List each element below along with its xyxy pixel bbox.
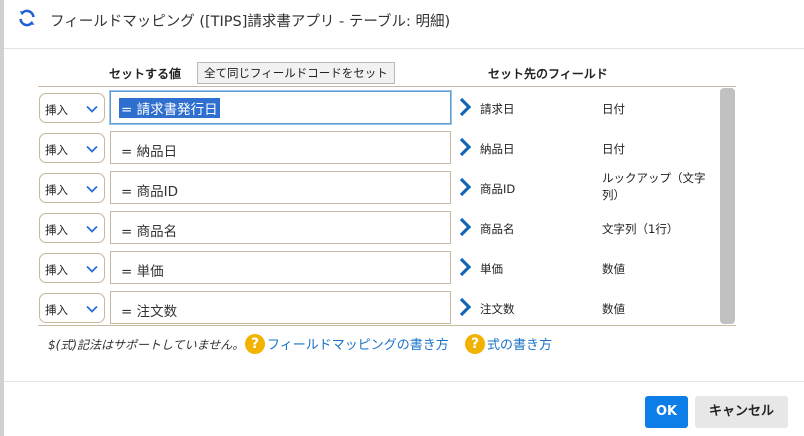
refresh-icon[interactable] xyxy=(16,7,38,29)
mapping-row: 挿入 = 注文数 注文数 数値 xyxy=(38,289,728,329)
footer-divider xyxy=(4,381,804,382)
value-text: = 納品日 xyxy=(121,144,178,160)
chevron-down-icon xyxy=(86,305,98,313)
field-mapping-help-link[interactable]: フィールドマッピングの書き方 xyxy=(267,334,449,353)
operation-label: 挿入 xyxy=(45,103,68,117)
target-field-type: ルックアップ（文字列） xyxy=(602,171,706,202)
chevron-right-icon xyxy=(459,217,471,237)
target-field-type: 数値 xyxy=(602,302,625,316)
mapping-row: 挿入 = 納品日 納品日 日付 xyxy=(38,129,728,169)
operation-label: 挿入 xyxy=(45,263,68,277)
target-field-name: 注文数 xyxy=(480,302,515,316)
formula-help-link[interactable]: 式の書き方 xyxy=(487,334,552,353)
mapping-row: 挿入 = 商品ID 商品ID ルックアップ（文字列） xyxy=(38,169,728,209)
operation-select[interactable]: 挿入 xyxy=(39,253,105,283)
target-field-name: 商品ID xyxy=(480,182,516,196)
target-field-type: 日付 xyxy=(602,102,625,116)
target-field-type: 数値 xyxy=(602,262,625,276)
target-field-name: 請求日 xyxy=(480,102,515,116)
syntax-unsupported-note: $(式)記法はサポートしていません。 xyxy=(48,338,245,352)
chevron-right-icon xyxy=(459,257,471,277)
chevron-right-icon xyxy=(459,97,471,117)
value-text: = 請求書発行日 xyxy=(119,98,220,118)
operation-label: 挿入 xyxy=(45,303,68,317)
value-text: = 注文数 xyxy=(121,304,178,320)
operation-select[interactable]: 挿入 xyxy=(39,213,105,243)
vertical-scrollbar[interactable] xyxy=(720,88,735,324)
operation-select[interactable]: 挿入 xyxy=(39,173,105,203)
operation-select[interactable]: 挿入 xyxy=(39,93,105,123)
operation-select[interactable]: 挿入 xyxy=(39,133,105,163)
chevron-down-icon xyxy=(86,265,98,273)
help-icon[interactable]: ? xyxy=(245,334,265,354)
header-set-value: セットする値 xyxy=(109,67,182,81)
mapping-row: 挿入 = 単価 単価 数値 xyxy=(38,249,728,289)
operation-label: 挿入 xyxy=(45,223,68,237)
chevron-down-icon xyxy=(86,225,98,233)
set-all-same-field-code-button[interactable]: 全て同じフィールドコードをセット xyxy=(197,62,395,84)
value-text: = 単価 xyxy=(121,264,164,280)
value-input[interactable]: = 商品名 xyxy=(110,211,451,244)
operation-label: 挿入 xyxy=(45,143,68,157)
dialog-titlebar: フィールドマッピング ([TIPS]請求書アプリ - テーブル: 明細) xyxy=(4,0,804,40)
cancel-button[interactable]: キャンセル xyxy=(695,396,788,428)
mapping-row: 挿入 = 商品名 商品名 文字列（1行） xyxy=(38,209,728,249)
value-input[interactable]: = 単価 xyxy=(110,251,451,284)
chevron-down-icon xyxy=(86,185,98,193)
value-input[interactable]: = 商品ID xyxy=(110,171,451,204)
dialog-title: フィールドマッピング ([TIPS]請求書アプリ - テーブル: 明細) xyxy=(50,14,451,30)
target-field-type: 文字列（1行） xyxy=(602,222,679,236)
chevron-right-icon xyxy=(459,297,471,317)
value-text: = 商品ID xyxy=(121,184,178,200)
chevron-right-icon xyxy=(459,137,471,157)
field-mapping-dialog: フィールドマッピング ([TIPS]請求書アプリ - テーブル: 明細) セット… xyxy=(4,0,804,436)
header-target-field: セット先のフィールド xyxy=(488,67,608,81)
ok-button[interactable]: OK xyxy=(645,396,688,428)
title-divider xyxy=(4,48,804,49)
mapping-table: 挿入 = 請求書発行日 請求日 日付 挿入 = 納品日 納品日 日付 挿入 = … xyxy=(38,86,736,326)
chevron-down-icon xyxy=(86,145,98,153)
value-input[interactable]: = 納品日 xyxy=(110,131,451,164)
target-field-type: 日付 xyxy=(602,142,625,156)
chevron-down-icon xyxy=(86,105,98,113)
value-input[interactable]: = 請求書発行日 xyxy=(110,91,451,124)
help-icon[interactable]: ? xyxy=(465,334,485,354)
target-field-name: 納品日 xyxy=(480,142,515,156)
operation-select[interactable]: 挿入 xyxy=(39,293,105,323)
target-field-name: 単価 xyxy=(480,262,503,276)
chevron-right-icon xyxy=(459,177,471,197)
mapping-row: 挿入 = 請求書発行日 請求日 日付 xyxy=(38,89,728,129)
value-input[interactable]: = 注文数 xyxy=(110,291,451,324)
target-field-name: 商品名 xyxy=(480,222,515,236)
operation-label: 挿入 xyxy=(45,183,68,197)
value-text: = 商品名 xyxy=(121,224,178,240)
